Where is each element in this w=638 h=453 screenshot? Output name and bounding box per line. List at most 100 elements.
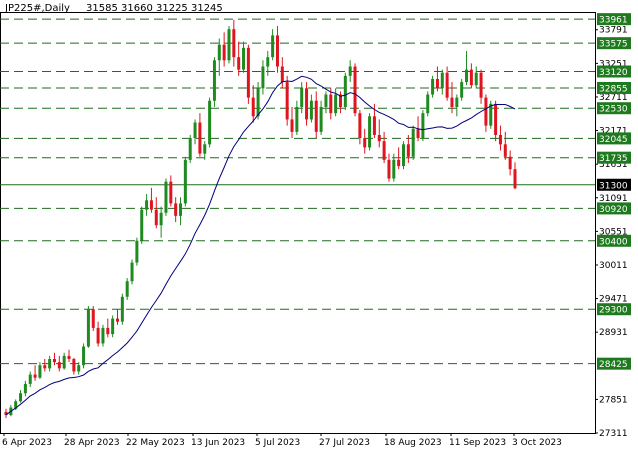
level-price-label: 33575 bbox=[599, 40, 628, 50]
candle-body bbox=[23, 383, 27, 394]
candle-body bbox=[28, 374, 32, 384]
candle-body bbox=[363, 138, 367, 148]
candle-body bbox=[251, 97, 255, 117]
candle-body bbox=[411, 128, 415, 157]
candle-body bbox=[237, 57, 241, 70]
candle-body bbox=[48, 359, 52, 369]
candle-body bbox=[334, 94, 338, 114]
candle-body bbox=[494, 103, 498, 135]
candle-body bbox=[503, 144, 507, 157]
candle-body bbox=[392, 159, 396, 179]
candle-body bbox=[149, 200, 153, 210]
candle-body bbox=[67, 355, 71, 360]
candle-body bbox=[52, 359, 56, 363]
time-tick-label: 28 Apr 2023 bbox=[64, 438, 120, 448]
symbol-label: JP225#,Daily bbox=[4, 3, 70, 14]
candle-body bbox=[232, 29, 236, 58]
candle-body bbox=[465, 69, 469, 83]
level-price-label: 32530 bbox=[599, 105, 628, 115]
candle-body bbox=[266, 57, 270, 67]
candle-body bbox=[450, 97, 454, 107]
ohlc-label: 31585 31660 31225 31245 bbox=[86, 3, 223, 14]
candle-body bbox=[353, 66, 357, 114]
price-tick-label: 28931 bbox=[599, 328, 628, 338]
price-tick-label: 29471 bbox=[599, 295, 628, 305]
candle-body bbox=[130, 262, 134, 282]
candle-body bbox=[208, 100, 212, 145]
level-price-label: 33961 bbox=[599, 16, 628, 26]
candle-body bbox=[203, 144, 207, 154]
candle-body bbox=[120, 296, 124, 322]
candle-body bbox=[179, 203, 183, 216]
candle-body bbox=[460, 82, 464, 98]
candle-body bbox=[198, 122, 202, 154]
candle-body bbox=[125, 281, 129, 297]
candle-body bbox=[474, 72, 478, 86]
candle-body bbox=[397, 159, 401, 167]
candle-body bbox=[212, 60, 216, 101]
candle-body bbox=[440, 72, 444, 89]
candle-body bbox=[387, 159, 391, 179]
candle-body bbox=[246, 47, 250, 98]
candle-body bbox=[280, 66, 284, 83]
candle-body bbox=[33, 374, 37, 378]
candle-body bbox=[348, 66, 352, 76]
time-tick-label: 13 Jun 2023 bbox=[191, 438, 245, 448]
candle-body bbox=[106, 327, 110, 335]
candle-body bbox=[38, 365, 42, 378]
candle-body bbox=[498, 134, 502, 145]
candle-body bbox=[154, 209, 158, 226]
level-price-label: 32045 bbox=[599, 135, 628, 145]
candle-body bbox=[319, 106, 323, 132]
candle-body bbox=[431, 78, 435, 95]
candle-body bbox=[382, 141, 386, 160]
candle-body bbox=[402, 144, 406, 167]
candle-body bbox=[111, 318, 115, 335]
candle-body bbox=[329, 94, 333, 114]
level-price-label: 30400 bbox=[599, 237, 628, 247]
candle-body bbox=[290, 119, 294, 132]
time-tick-label: 5 Jul 2023 bbox=[255, 438, 300, 448]
candle-body bbox=[455, 97, 459, 107]
level-price-label: 28425 bbox=[599, 360, 628, 370]
candle-body bbox=[305, 88, 309, 120]
candle-body bbox=[513, 169, 517, 189]
candle-body bbox=[188, 138, 192, 160]
candle-body bbox=[96, 327, 100, 344]
candle-body bbox=[435, 78, 439, 89]
level-price-label: 30920 bbox=[599, 205, 628, 215]
level-price-label: 33120 bbox=[599, 68, 628, 78]
candle-body bbox=[479, 72, 483, 98]
candle-body bbox=[222, 44, 226, 61]
time-tick-label: 11 Sep 2023 bbox=[449, 438, 506, 448]
candle-body bbox=[256, 88, 260, 117]
candle-body bbox=[82, 346, 86, 366]
candle-body bbox=[484, 97, 488, 126]
level-price-label: 29300 bbox=[599, 306, 628, 316]
candle-body bbox=[77, 365, 81, 372]
candle-body bbox=[72, 359, 76, 372]
candle-body bbox=[86, 309, 90, 347]
time-tick-label: 3 Oct 2023 bbox=[512, 438, 562, 448]
candle-body bbox=[300, 88, 304, 107]
time-tick-label: 27 Jul 2023 bbox=[319, 438, 370, 448]
level-price-label: 32855 bbox=[599, 84, 628, 94]
candle-body bbox=[275, 35, 279, 67]
candle-body bbox=[19, 393, 23, 402]
candle-body bbox=[508, 156, 512, 170]
candle-body bbox=[324, 94, 328, 107]
candle-body bbox=[193, 122, 197, 139]
candle-body bbox=[242, 47, 246, 70]
candle-body bbox=[183, 159, 187, 204]
price-chart[interactable]: 3379133251327113217131631310913055130011… bbox=[0, 0, 638, 453]
candle-body bbox=[271, 35, 275, 58]
level-price-label: 31735 bbox=[599, 154, 628, 164]
candle-body bbox=[372, 116, 376, 135]
candle-body bbox=[217, 44, 221, 61]
candle-body bbox=[445, 72, 449, 98]
candle-body bbox=[227, 29, 231, 61]
candle-body bbox=[343, 75, 347, 107]
candle-body bbox=[101, 327, 105, 344]
candle-body bbox=[314, 100, 318, 132]
price-tick-label: 31091 bbox=[599, 194, 628, 204]
